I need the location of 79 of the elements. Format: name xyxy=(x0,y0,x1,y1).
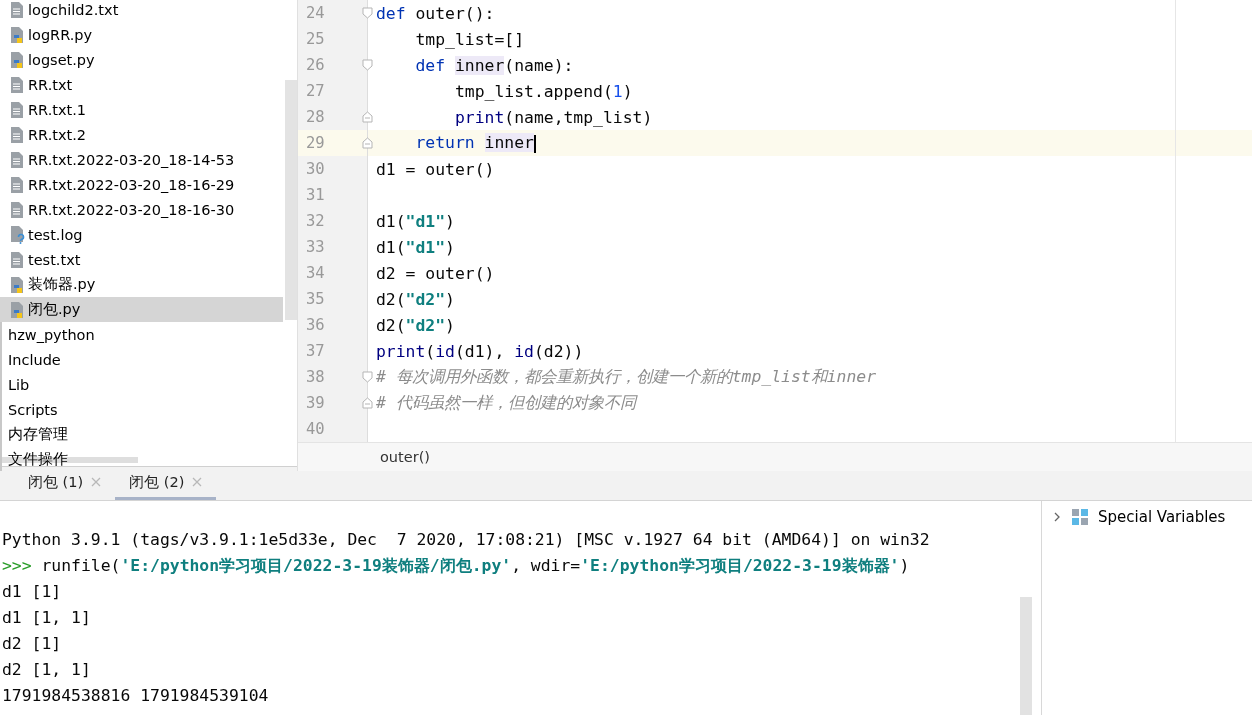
line-number: 27 xyxy=(305,82,326,100)
console-line: Python 3.9.1 (tags/v3.9.1:1e5d33e, Dec 7 2020, 17:08:21) [MSC v.1927 64 bit (AMD64)] on win32 xyxy=(2,529,931,551)
console-line: d2 [1] xyxy=(2,633,63,655)
tree-item[interactable]: logRR.py xyxy=(0,22,283,47)
line-number: 37 xyxy=(305,342,326,360)
tree-item[interactable]: RR.txt xyxy=(0,72,283,97)
tree-item[interactable]: logchild2.txt xyxy=(0,0,283,22)
code-line: d2 = outer() xyxy=(376,263,495,283)
code-line: tmp_list.append(1) xyxy=(453,81,633,101)
python-file-icon xyxy=(8,25,26,44)
tree-item[interactable]: test.log xyxy=(0,222,283,247)
line-number: 24 xyxy=(305,4,326,22)
text-file-icon xyxy=(8,75,26,94)
line-number: 35 xyxy=(305,290,326,308)
tree-item[interactable]: Lib xyxy=(0,372,283,397)
tree-item[interactable]: 装饰器.py xyxy=(0,272,283,297)
code-line: d1("d1") xyxy=(376,237,455,257)
console-line: >>> runfile('E:/python学习项目/2022-3-19装饰器/闭包.py', wdir='E:/python学习项目/2022-3-19装饰器') xyxy=(2,555,911,577)
scrollbar[interactable] xyxy=(285,80,297,320)
grid-icon xyxy=(1072,509,1088,525)
code-line: print(id(d1), id(d2)) xyxy=(376,341,584,361)
python-file-icon xyxy=(8,300,26,319)
line-number: 38 xyxy=(305,368,326,386)
text-file-icon xyxy=(8,100,26,119)
text-file-icon xyxy=(8,200,26,219)
tree-item[interactable]: RR.txt.2022-03-20_18-16-30 xyxy=(0,197,283,222)
tree-item[interactable]: test.txt xyxy=(0,247,283,272)
code-line: tmp_list=[] xyxy=(414,29,525,49)
line-number: 32 xyxy=(305,212,326,230)
line-number: 29 xyxy=(305,134,326,152)
line-number: 36 xyxy=(305,316,326,334)
tree-item[interactable]: hzw_python xyxy=(0,322,283,347)
console-line: d1 [1, 1] xyxy=(2,607,92,629)
tree-item[interactable]: RR.txt.2022-03-20_18-14-53 xyxy=(0,147,283,172)
code-line: d2("d2") xyxy=(376,289,455,309)
line-number: 30 xyxy=(305,160,326,178)
code-line: d2("d2") xyxy=(376,315,455,335)
close-icon xyxy=(192,477,203,487)
line-number: 34 xyxy=(305,264,326,282)
console-tab[interactable]: 闭包 (2) xyxy=(115,467,217,500)
tree-item[interactable]: RR.txt.2022-03-20_18-16-29 xyxy=(0,172,283,197)
tree-item[interactable]: RR.txt.1 xyxy=(0,97,283,122)
code-line: d1 = outer() xyxy=(376,159,495,179)
line-number: 28 xyxy=(305,108,326,126)
line-number: 33 xyxy=(305,238,326,256)
line-number: 39 xyxy=(305,394,326,412)
tree-item[interactable]: RR.txt.2 xyxy=(0,122,283,147)
close-icon xyxy=(91,477,102,487)
text-file-icon xyxy=(8,0,26,19)
code-line: # 代码虽然一样，但创建的对象不同 xyxy=(376,392,636,414)
line-number: 40 xyxy=(305,420,326,438)
tree-item[interactable]: 闭包.py xyxy=(0,297,283,322)
text-file-icon xyxy=(8,125,26,144)
code-line: # 每次调用外函数，都会重新执行，创建一个新的tmp_list和inner xyxy=(376,366,877,388)
line-number: 26 xyxy=(305,56,326,74)
console-line: 1791984538816 1791984539104 xyxy=(2,685,270,707)
tree-item[interactable]: 内存管理 xyxy=(0,422,283,447)
console-line: d2 [1, 1] xyxy=(2,659,92,681)
python-file-icon xyxy=(8,275,26,294)
tree-item[interactable]: logset.py xyxy=(0,47,283,72)
text-caret xyxy=(533,134,536,153)
console-line: d1 [1] xyxy=(2,581,63,603)
code-line: return inner xyxy=(414,133,536,153)
unknown-file-icon xyxy=(8,225,26,244)
text-file-icon xyxy=(8,150,26,169)
tree-item[interactable]: Scripts xyxy=(0,397,283,422)
code-line: def inner(name): xyxy=(414,55,574,75)
code-line: def outer(): xyxy=(376,3,495,23)
variable-item[interactable]: Special Variables xyxy=(1052,507,1252,527)
code-line: d1("d1") xyxy=(376,211,455,231)
tree-item[interactable]: Include xyxy=(0,347,283,372)
text-file-icon xyxy=(8,250,26,269)
line-number: 25 xyxy=(305,30,326,48)
code-line: print(name,tmp_list) xyxy=(453,107,653,127)
line-number: 31 xyxy=(305,186,326,204)
breadcrumb[interactable]: outer() xyxy=(380,449,430,465)
python-file-icon xyxy=(8,50,26,69)
text-file-icon xyxy=(8,175,26,194)
scrollbar[interactable] xyxy=(1020,597,1032,715)
